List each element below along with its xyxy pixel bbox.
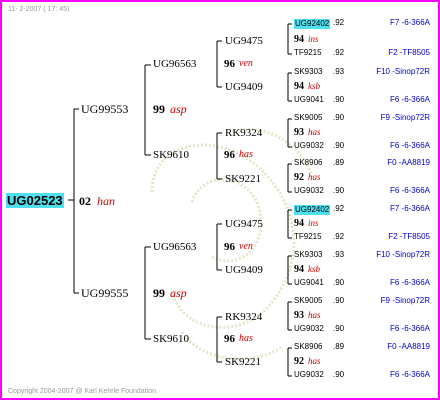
- gen4-year: .90: [333, 113, 345, 122]
- gen4-reference[interactable]: F6 -6-366A: [390, 279, 430, 287]
- gen4-id[interactable]: UG9032: [294, 371, 324, 379]
- gen4-id[interactable]: UG9041: [294, 279, 324, 287]
- gen3-id[interactable]: RK9324: [225, 128, 262, 139]
- gen1-year: 99: [153, 286, 165, 300]
- gen3-name: has: [308, 310, 321, 320]
- gen4-year: .90: [333, 370, 345, 379]
- gen4-id[interactable]: SK9005: [294, 297, 322, 305]
- gen4-year: .93: [333, 250, 345, 259]
- gen3-name: has: [308, 127, 321, 137]
- gen4-year: .89: [333, 342, 345, 351]
- gen3-year: 94: [294, 218, 304, 229]
- gen4-id[interactable]: UG9032: [294, 187, 324, 195]
- gen2-id[interactable]: UG96563: [153, 242, 196, 253]
- gen4-reference[interactable]: F6 -6-366A: [390, 187, 430, 195]
- gen3-year: 94: [294, 81, 304, 92]
- gen4-id[interactable]: UG9041: [294, 96, 324, 104]
- gen1-year: 99: [153, 102, 165, 116]
- gen4-reference[interactable]: F2 -TF8505: [388, 233, 430, 241]
- gen4-reference[interactable]: F10 -Sinop72R: [376, 251, 430, 259]
- gen4-id[interactable]: UG9032: [294, 142, 324, 150]
- gen4-reference[interactable]: F7 -6-366A: [390, 205, 430, 213]
- gen4-reference[interactable]: F6 -6-366A: [390, 325, 430, 333]
- gen3-name: ksb: [308, 81, 320, 91]
- gen2-id[interactable]: UG96563: [153, 59, 196, 70]
- gen4-year: .92: [333, 232, 345, 241]
- gen4-id[interactable]: TF9215: [294, 49, 322, 57]
- gen2-name: ven: [239, 58, 253, 69]
- gen4-year: .92: [333, 204, 345, 213]
- gen3-id[interactable]: SK9221: [225, 174, 261, 185]
- gen4-year: .90: [333, 324, 345, 333]
- gen4-year: .90: [333, 141, 345, 150]
- gen4-reference[interactable]: F2 -TF8505: [388, 49, 430, 57]
- gen1-id[interactable]: UG99555: [81, 287, 128, 299]
- gen4-reference[interactable]: F7 -6-366A: [390, 19, 430, 27]
- gen3-id[interactable]: UG9409: [225, 82, 263, 93]
- gen3-id[interactable]: RK9324: [225, 312, 262, 323]
- root-name: han: [97, 194, 115, 208]
- gen4-year: .89: [333, 158, 345, 167]
- gen3-id[interactable]: UG9475: [225, 36, 263, 47]
- gen2-name: has: [239, 149, 253, 160]
- gen4-reference[interactable]: F10 -Sinop72R: [376, 68, 430, 76]
- gen2-name: has: [239, 333, 253, 344]
- gen4-id[interactable]: SK9303: [294, 68, 322, 76]
- gen2-year: 96: [224, 58, 235, 70]
- gen2-name: ven: [239, 241, 253, 252]
- gen3-name: has: [308, 356, 321, 366]
- gen1-id[interactable]: UG99553: [81, 103, 128, 115]
- gen4-year: .90: [333, 186, 345, 195]
- gen4-reference[interactable]: F6 -6-366A: [390, 96, 430, 104]
- gen4-reference[interactable]: F0 -AA8819: [387, 159, 430, 167]
- gen4-id[interactable]: SK9303: [294, 251, 322, 259]
- gen3-id[interactable]: UG9475: [225, 219, 263, 230]
- gen4-year: .90: [333, 296, 345, 305]
- gen4-id[interactable]: SK9005: [294, 114, 322, 122]
- gen4-reference[interactable]: F6 -6-366A: [390, 371, 430, 379]
- gen3-year: 92: [294, 356, 304, 367]
- root-year: 02: [79, 194, 91, 208]
- gen3-name: ins: [308, 34, 319, 44]
- gen2-year: 96: [224, 149, 235, 161]
- root-id[interactable]: UG02523: [6, 193, 64, 208]
- gen4-year: .90: [333, 278, 345, 287]
- gen4-reference[interactable]: F0 -AA8819: [387, 343, 430, 351]
- gen3-id[interactable]: UG9409: [225, 265, 263, 276]
- gen2-year: 96: [224, 241, 235, 253]
- gen4-id[interactable]: UG92402: [294, 205, 331, 215]
- gen3-year: 94: [294, 264, 304, 275]
- gen4-id[interactable]: TF9215: [294, 233, 322, 241]
- gen2-id[interactable]: SK9610: [153, 150, 189, 161]
- gen4-reference[interactable]: F9 -Sinop72R: [381, 297, 430, 305]
- gen4-id[interactable]: UG9032: [294, 325, 324, 333]
- gen4-id[interactable]: SK8906: [294, 159, 322, 167]
- gen3-year: 92: [294, 172, 304, 183]
- gen4-year: .90: [333, 95, 345, 104]
- gen3-id[interactable]: SK9221: [225, 357, 261, 368]
- gen4-year: .92: [333, 48, 345, 57]
- gen3-name: ins: [308, 218, 319, 228]
- gen3-year: 93: [294, 127, 304, 138]
- gen4-id[interactable]: UG92402: [294, 19, 331, 29]
- copyright: Copyright 2004-2007 @ Karl Kehrle Founda…: [8, 388, 158, 395]
- gen4-id[interactable]: SK8906: [294, 343, 322, 351]
- gen4-reference[interactable]: F9 -Sinop72R: [381, 114, 430, 122]
- gen3-year: 93: [294, 310, 304, 321]
- gen4-year: .92: [333, 18, 345, 27]
- gen3-year: 94: [294, 34, 304, 45]
- gen4-year: .93: [333, 67, 345, 76]
- tree-lines: [68, 23, 292, 377]
- pedigree-chart: 11- 2-2007 ( 17: 45) UG02523 02 han UG99…: [0, 0, 440, 400]
- gen1-name: asp: [170, 102, 187, 116]
- gen2-year: 96: [224, 333, 235, 345]
- gen1-name: asp: [170, 286, 187, 300]
- gen4-reference[interactable]: F6 -6-366A: [390, 142, 430, 150]
- gen3-name: has: [308, 172, 321, 182]
- gen2-id[interactable]: SK9610: [153, 334, 189, 345]
- gen3-name: ksb: [308, 264, 320, 274]
